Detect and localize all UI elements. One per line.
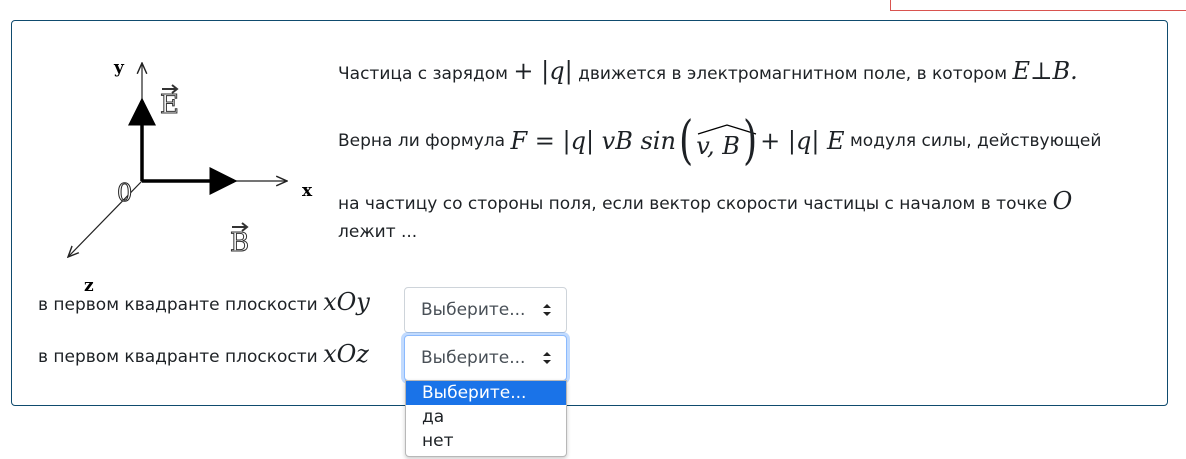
dropdown-option-no[interactable]: нет <box>406 429 566 453</box>
subquestion-2: в первом квадранте плоскости xOz <box>38 340 369 368</box>
right-paren: ) <box>742 111 758 171</box>
select-dropdown-list: Выберите... да нет <box>405 380 567 457</box>
select-arrows-icon <box>543 304 551 316</box>
dropdown-option-yes[interactable]: да <box>406 405 566 429</box>
e-vector-label: E <box>160 84 179 121</box>
b-vector-label: B <box>230 222 250 259</box>
question-line4: лежит ... <box>338 222 418 242</box>
x-axis-label: x <box>302 181 313 201</box>
angle-hat: v, B <box>696 122 757 160</box>
question-formula-line: Верна ли формула F = |q| vB sin ( v, B )… <box>338 111 1102 171</box>
plane-label: xOy <box>323 288 370 316</box>
question-line3: на частицу со стороны поля, если вектор … <box>338 187 1073 215</box>
dropdown-option-placeholder[interactable]: Выберите... <box>406 381 566 405</box>
charge-expression: + |q| <box>513 57 573 85</box>
plane-label: xOz <box>323 340 369 368</box>
formula-angle: v, B <box>696 132 740 160</box>
perpendicular-condition: E⊥B. <box>1012 57 1078 85</box>
point-o: O <box>1052 187 1073 215</box>
formula-lhs: F = |q| vB sin <box>510 127 676 155</box>
axes-diagram: y x z 0 E B <box>62 58 313 296</box>
svg-text:E: E <box>160 90 179 120</box>
answer-select-1[interactable]: Выберите... <box>404 287 567 333</box>
formula-rhs: + |q| E <box>760 127 845 155</box>
y-axis-label: y <box>113 58 125 78</box>
top-alert-box <box>890 0 1186 11</box>
svg-text:B: B <box>230 228 249 258</box>
answer-select-2[interactable]: Выберите... <box>404 335 567 381</box>
question-intro: Частица с зарядом + |q| движется в элект… <box>338 57 1078 85</box>
origin-label: 0 <box>117 179 132 207</box>
select-arrows-icon <box>543 352 551 364</box>
subquestion-1: в первом квадранте плоскости xOy <box>38 288 370 316</box>
left-paren: ( <box>678 111 694 171</box>
